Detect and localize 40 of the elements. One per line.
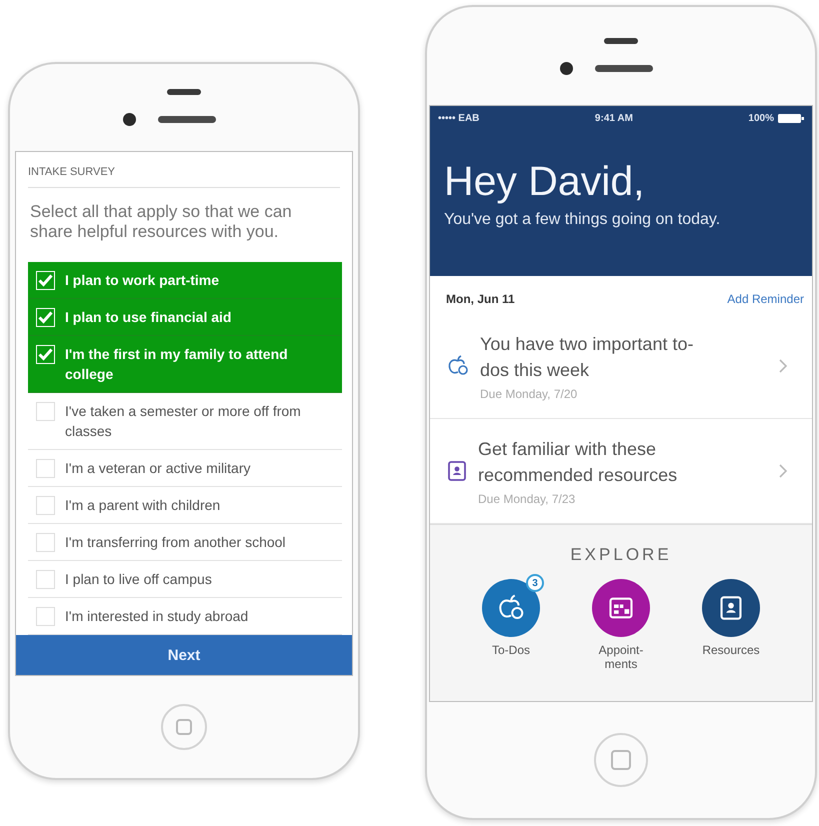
chevron-right-icon (779, 464, 788, 478)
add-reminder-link[interactable]: Add Reminder (727, 292, 804, 306)
carrier-label: ••••• EAB (438, 112, 480, 124)
survey-prompt: Select all that apply so that we can share helpful resources with you. (30, 202, 293, 242)
camera-lens (560, 62, 572, 74)
task-due-date: Due Monday, 7/23 (478, 492, 576, 506)
survey-title: INTAKE SURVEY (28, 152, 340, 188)
next-button[interactable]: Next (16, 635, 352, 675)
camera-lens (122, 113, 136, 126)
task-due-date: Due Monday, 7/20 (480, 387, 578, 401)
sensor-slot (167, 89, 201, 95)
explore-label: Resources (701, 643, 761, 657)
task-title: Get familiar with these recommended resources (478, 438, 678, 487)
contact-card-icon (718, 595, 744, 621)
greeting-subtitle: You've got a few things going on today. (444, 211, 722, 229)
checkbox[interactable] (36, 402, 55, 421)
battery-percent: 100% (748, 112, 774, 124)
sensor-slot (604, 38, 638, 44)
survey-option[interactable]: I plan to use financial aid (28, 299, 342, 336)
survey-option[interactable]: I plan to work part-time (28, 262, 342, 299)
contact-card-icon (446, 460, 468, 482)
battery-icon (778, 114, 804, 122)
explore-label: To-Dos (490, 643, 531, 657)
explore-label: Appoint-ments (598, 643, 644, 671)
greeting-title: Hey David, (444, 158, 646, 205)
survey-option[interactable]: I'm the first in my family to attend college (28, 336, 342, 393)
speaker-grille (594, 64, 652, 72)
explore-heading: EXPLORE (570, 545, 672, 565)
checkbox[interactable] (36, 459, 55, 478)
chevron-right-icon (779, 359, 788, 373)
checkbox[interactable] (36, 570, 55, 589)
status-time: 9:41 AM (594, 112, 633, 124)
task-card[interactable]: You have two important to-dos this week Due Monday, 7/20 (430, 314, 812, 419)
checkbox[interactable] (36, 496, 55, 515)
checkbox[interactable] (36, 607, 55, 626)
speaker-grille (158, 116, 216, 123)
checkbox[interactable] (36, 533, 55, 552)
count-badge: 3 (526, 574, 544, 592)
task-title: You have two important to-dos this week (480, 333, 694, 382)
date-label: Mon, Jun 11 (446, 292, 515, 306)
